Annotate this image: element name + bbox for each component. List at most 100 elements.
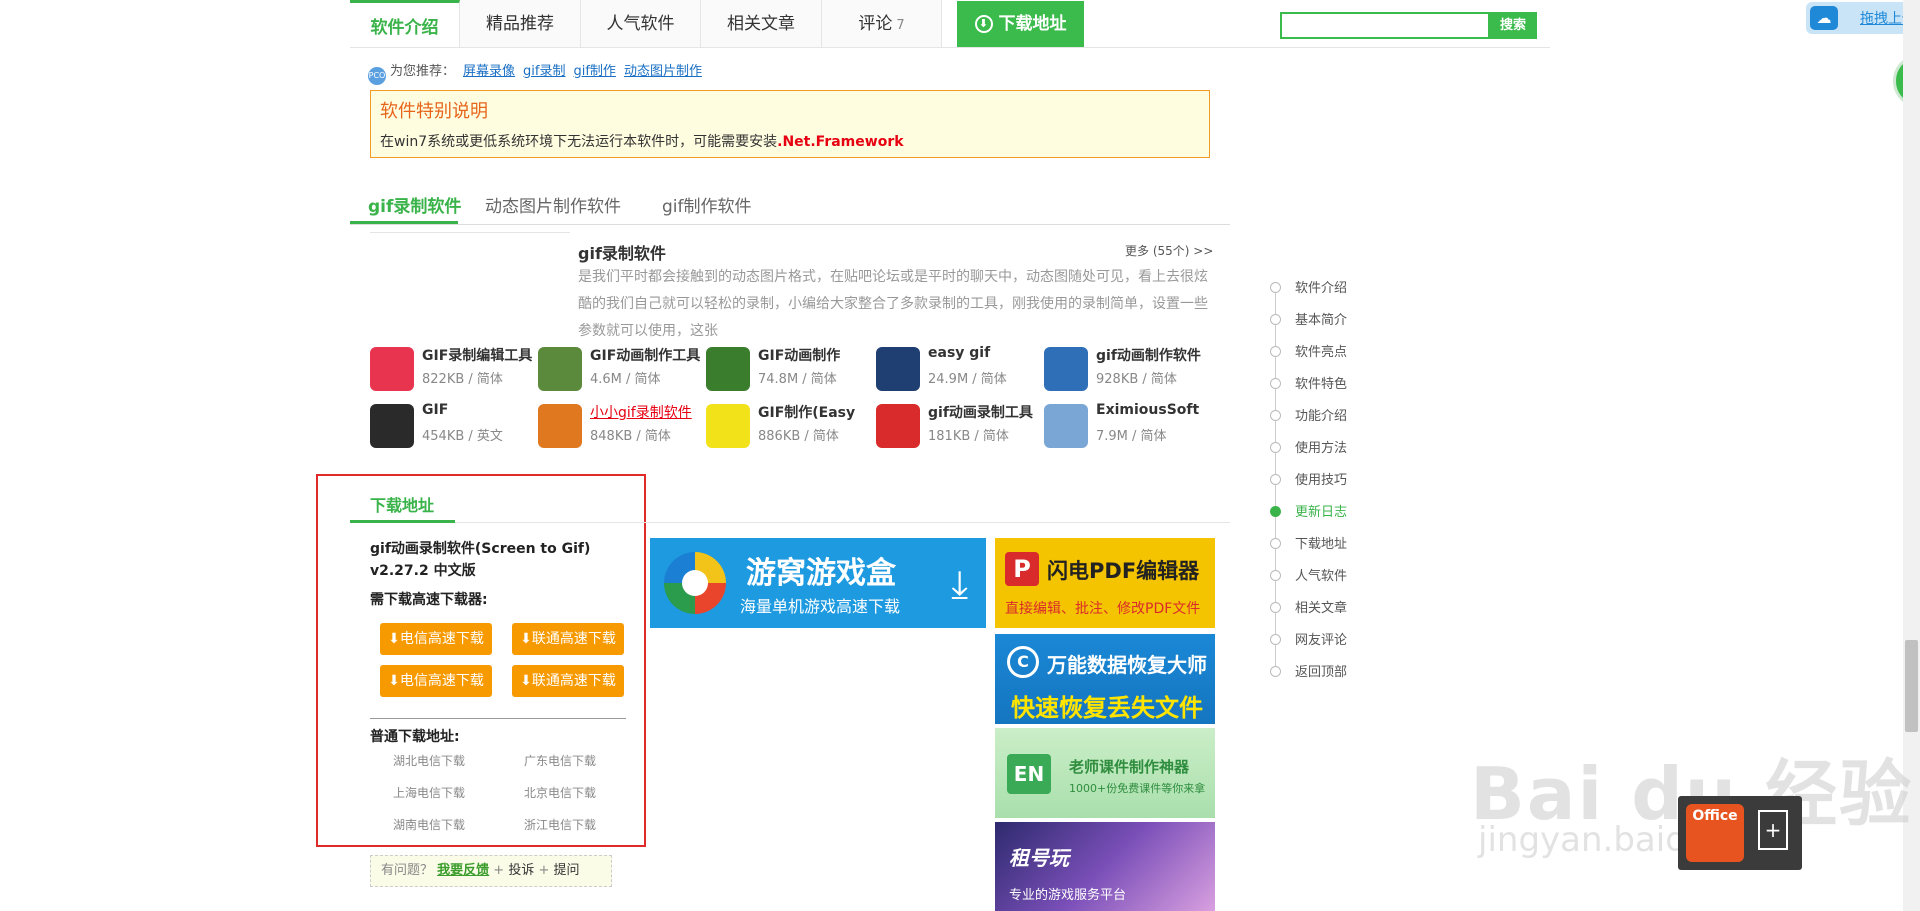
sidenav-item[interactable]: 功能介绍 bbox=[1270, 405, 1347, 424]
software-item[interactable]: GIF 454KB / 英文 bbox=[370, 400, 540, 452]
sidenav-dot-icon bbox=[1270, 570, 1281, 581]
recommend-link[interactable]: 屏幕录像 bbox=[463, 64, 515, 79]
software-item[interactable]: EximiousSoft 7.9M / 简体 bbox=[1044, 400, 1214, 452]
software-item[interactable]: GIF动画制作工具 4.6M / 简体 bbox=[538, 343, 708, 395]
complain-link[interactable]: 投诉 bbox=[508, 863, 534, 878]
mirror-download-link[interactable]: 浙江电信下载 bbox=[524, 816, 596, 833]
sidenav-dot-icon bbox=[1270, 602, 1281, 613]
mirror-download-link[interactable]: 上海电信下载 bbox=[393, 784, 465, 801]
tab-comments[interactable]: 评论 7 bbox=[822, 0, 942, 47]
sidenav-label: 返回顶部 bbox=[1295, 665, 1348, 680]
mirror-download-link[interactable]: 湖北电信下载 bbox=[393, 752, 465, 769]
software-item[interactable]: GIF录制编辑工具 822KB / 简体 bbox=[370, 343, 540, 395]
software-item[interactable]: GIF制作(Easy 886KB / 简体 bbox=[706, 400, 876, 452]
sidenav-dot-icon bbox=[1270, 634, 1281, 645]
software-meta: 886KB / 简体 bbox=[758, 429, 839, 444]
more-link[interactable]: 更多 (55个) >> bbox=[1125, 242, 1213, 259]
sidenav-item[interactable]: 网友评论 bbox=[1270, 629, 1347, 648]
unicom-download-button[interactable]: ⬇联通高速下载 bbox=[512, 623, 624, 655]
mirror-download-link[interactable]: 北京电信下载 bbox=[524, 784, 596, 801]
software-item[interactable]: 小小gif录制软件 848KB / 简体 bbox=[538, 400, 708, 452]
record-screen-icon bbox=[876, 404, 920, 448]
download-circle-icon: ⬇ bbox=[974, 15, 993, 33]
sidenav-item[interactable]: 软件特色 bbox=[1270, 373, 1347, 392]
software-item[interactable]: gif动画制作软件 928KB / 简体 bbox=[1044, 343, 1214, 395]
data-recovery-ad[interactable]: C 万能数据恢复大师 快速恢复丢失文件 bbox=[995, 634, 1215, 724]
software-name[interactable]: EximiousSoft bbox=[1096, 402, 1199, 418]
recommend-prefix: 为您推荐： bbox=[390, 64, 456, 79]
sidenav-dot-icon bbox=[1270, 474, 1281, 485]
g-letter-icon bbox=[706, 404, 750, 448]
software-meta: 822KB / 简体 bbox=[422, 372, 503, 387]
feedback-link[interactable]: 我要反馈 bbox=[437, 863, 489, 878]
button-label: 电信高速下载 bbox=[399, 631, 484, 647]
account-rental-ad[interactable]: 租号玩 专业的游戏服务平台 bbox=[995, 822, 1215, 911]
scrollbar-thumb[interactable] bbox=[1905, 640, 1918, 732]
divider bbox=[370, 232, 570, 233]
tab-popular[interactable]: 人气软件 bbox=[581, 0, 701, 47]
software-name[interactable]: gif动画录制工具 bbox=[928, 402, 1033, 422]
sidenav-dot-icon bbox=[1270, 442, 1281, 453]
software-name[interactable]: GIF动画制作 bbox=[758, 345, 840, 365]
sidenav-item[interactable]: 返回顶部 bbox=[1270, 661, 1347, 680]
feedback-bar: 有问题？ 我要反馈 + 投诉 + 提问 bbox=[370, 855, 612, 887]
sidenav-item[interactable]: 使用技巧 bbox=[1270, 469, 1347, 488]
search-button[interactable]: 搜索 bbox=[1489, 12, 1537, 39]
sidenav-label: 网友评论 bbox=[1295, 633, 1348, 648]
search-input[interactable] bbox=[1280, 12, 1490, 39]
sidenav-dot-icon bbox=[1270, 506, 1281, 517]
courseware-ad[interactable]: EN 老师课件制作神器 1000+份免费课件等你来拿 bbox=[995, 728, 1215, 818]
cloud-icon: ☁ bbox=[1810, 6, 1838, 30]
telecom-download-button[interactable]: ⬇电信高速下载 bbox=[380, 665, 492, 697]
recommend-link[interactable]: 动态图片制作 bbox=[624, 64, 702, 79]
tab-gif-record[interactable]: gif录制软件 bbox=[368, 192, 461, 217]
en-logo-icon: EN bbox=[1007, 754, 1051, 794]
recommend-bar: PCO 为您推荐： 屏幕录像 gif录制 gif制作 动态图片制作 bbox=[368, 60, 702, 85]
software-name[interactable]: GIF bbox=[422, 402, 448, 418]
pdf-editor-ad[interactable]: P 闪电PDF编辑器 直接编辑、批注、修改PDF文件 bbox=[995, 538, 1215, 628]
sidenav-item[interactable]: 人气软件 bbox=[1270, 565, 1347, 584]
sidenav-item[interactable]: 下载地址 bbox=[1270, 533, 1347, 552]
sidenav-item[interactable]: 使用方法 bbox=[1270, 437, 1347, 456]
software-item[interactable]: easy gif 24.9M / 简体 bbox=[876, 343, 1046, 395]
mirror-download-link[interactable]: 湖南电信下载 bbox=[393, 816, 465, 833]
tab-featured[interactable]: 精品推荐 bbox=[460, 0, 581, 47]
sidenav-item[interactable]: 相关文章 bbox=[1270, 597, 1347, 616]
category-title: gif录制软件 bbox=[578, 244, 666, 263]
tab-articles[interactable]: 相关文章 bbox=[701, 0, 822, 47]
software-name[interactable]: GIF动画制作工具 bbox=[590, 345, 700, 365]
telecom-download-button[interactable]: ⬇电信高速下载 bbox=[380, 623, 492, 655]
download-tab-button[interactable]: ⬇ 下载地址 bbox=[957, 1, 1084, 47]
button-label: 联通高速下载 bbox=[531, 631, 616, 647]
ask-link[interactable]: 提问 bbox=[554, 863, 580, 878]
divider bbox=[350, 522, 1230, 523]
software-item[interactable]: GIF动画制作 74.8M / 简体 bbox=[706, 343, 876, 395]
tab-animation-make[interactable]: 动态图片制作软件 bbox=[485, 192, 621, 217]
tab-gif-make[interactable]: gif制作软件 bbox=[662, 192, 752, 217]
office-floating-widget[interactable]: Office + bbox=[1678, 796, 1802, 870]
youwo-game-box-ad[interactable]: 游窝游戏盒 海量单机游戏高速下载 ⤓ bbox=[650, 538, 986, 628]
sidenav-dot-icon bbox=[1270, 378, 1281, 389]
recommend-link[interactable]: gif制作 bbox=[573, 64, 615, 79]
sidenav-item[interactable]: 软件介绍 bbox=[1270, 277, 1347, 296]
sidenav-item[interactable]: 更新日志 bbox=[1270, 501, 1347, 520]
normal-download-label: 普通下载地址: bbox=[370, 729, 460, 745]
software-item[interactable]: gif动画录制工具 181KB / 简体 bbox=[876, 400, 1046, 452]
software-name[interactable]: GIF录制编辑工具 bbox=[422, 345, 532, 365]
recommend-link[interactable]: gif录制 bbox=[523, 64, 565, 79]
software-name[interactable]: easy gif bbox=[928, 345, 990, 361]
sidenav-label: 使用方法 bbox=[1295, 441, 1348, 456]
tab-intro[interactable]: 软件介绍 bbox=[350, 0, 460, 47]
sidenav-item[interactable]: 软件亮点 bbox=[1270, 341, 1347, 360]
software-name[interactable]: gif动画制作软件 bbox=[1096, 345, 1201, 365]
special-notice-box: 软件特别说明 在win7系统或更低系统环境下无法运行本软件时，可能需要安装.Ne… bbox=[370, 90, 1210, 158]
mirror-download-link[interactable]: 广东电信下载 bbox=[524, 752, 596, 769]
software-name[interactable]: 小小gif录制软件 bbox=[590, 402, 692, 422]
software-name[interactable]: GIF制作(Easy bbox=[758, 402, 855, 422]
need-downloader-label: 需下载高速下载器: bbox=[370, 592, 488, 608]
camera-icon bbox=[370, 347, 414, 391]
sidenav-item[interactable]: 基本简介 bbox=[1270, 309, 1347, 328]
unicom-download-button[interactable]: ⬇联通高速下载 bbox=[512, 665, 624, 697]
notice-highlight: .Net.Framework bbox=[777, 134, 904, 150]
pdf-logo-icon: P bbox=[1005, 552, 1039, 586]
